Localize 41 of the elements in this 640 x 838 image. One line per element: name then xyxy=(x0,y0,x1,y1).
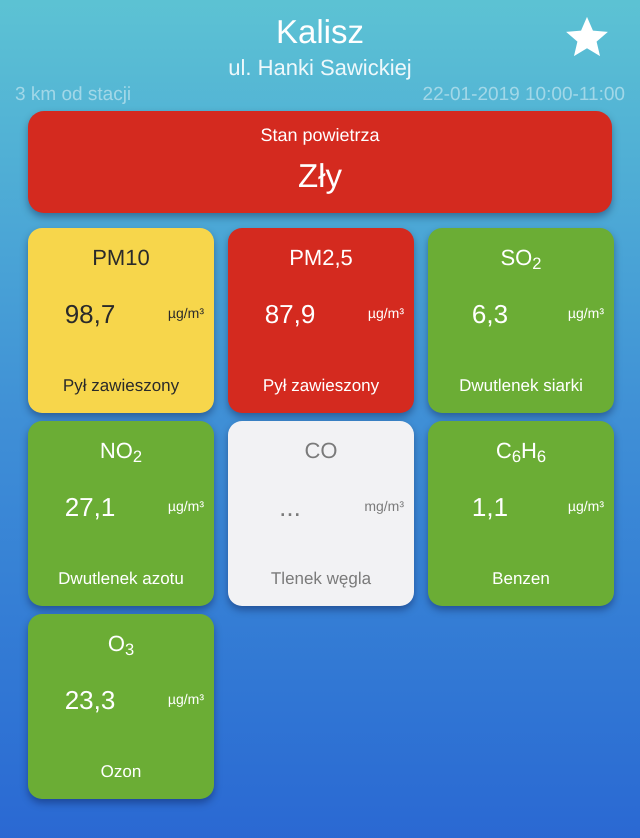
pollutant-description: Dwutlenek azotu xyxy=(58,568,184,590)
pollutant-value: 23,3 xyxy=(64,684,116,716)
pollutant-description: Benzen xyxy=(492,568,550,590)
pollutant-description: Pył zawieszony xyxy=(62,375,180,397)
measurement-time: 22-01-2019 10:00-11:00 xyxy=(422,83,625,107)
pollutant-tile[interactable]: PM2,5 87,9 µg/m³ Pył zawieszony xyxy=(228,228,414,413)
distance-label: 3 km od stacji xyxy=(15,83,132,107)
pollutant-value: 6,3 xyxy=(470,298,510,330)
city-title: Kalisz xyxy=(276,12,364,52)
pollutant-name: NO$_{2}$ xyxy=(100,437,142,465)
pollutant-value: ... xyxy=(278,491,302,523)
pollutant-tile[interactable]: CO ... mg/m³ Tlenek węgla xyxy=(228,421,414,606)
unit-label: µg/m³ xyxy=(168,497,204,515)
pollutant-value: 27,1 xyxy=(64,491,116,523)
pollutant-name: O$_{3}$ xyxy=(108,630,134,658)
pollutant-description: Ozon xyxy=(100,761,142,783)
station-address: ul. Hanki Sawickiej xyxy=(228,54,412,82)
unit-label: µg/m³ xyxy=(168,304,204,322)
pollutant-name: PM10 xyxy=(92,244,150,272)
pollutant-tile[interactable]: SO$_{2}$ 6,3 µg/m³ Dwutlenek siarki xyxy=(428,228,614,413)
unit-label: µg/m³ xyxy=(568,304,604,322)
pollutant-description: Pył zawieszony xyxy=(262,375,380,397)
pollutant-name: PM2,5 xyxy=(289,244,353,272)
pollutant-name: SO$_{2}$ xyxy=(500,244,542,272)
pollutant-tile[interactable]: C$_{6}$H$_{6}$ 1,1 µg/m³ Benzen xyxy=(428,421,614,606)
pollutant-value: 98,7 xyxy=(64,298,116,330)
pollutant-tile[interactable]: NO$_{2}$ 27,1 µg/m³ Dwutlenek azotu xyxy=(28,421,214,606)
unit-label: µg/m³ xyxy=(368,304,404,322)
pollutant-description: Dwutlenek siarki xyxy=(459,375,583,397)
unit-label: µg/m³ xyxy=(568,497,604,515)
pollutant-tile[interactable]: O$_{3}$ 23,3 µg/m³ Ozon xyxy=(28,614,214,799)
pollutant-name: CO xyxy=(304,437,338,465)
unit-label: mg/m³ xyxy=(364,497,404,515)
pollutant-value: 87,9 xyxy=(264,298,316,330)
pollutant-tile[interactable]: PM10 98,7 µg/m³ Pył zawieszony xyxy=(28,228,214,413)
air-quality-value: Zły xyxy=(298,156,342,196)
air-quality-label: Stan powietrza xyxy=(260,124,380,146)
pollutant-description: Tlenek węgla xyxy=(270,568,372,590)
pollutant-value: 1,1 xyxy=(470,491,510,523)
pollutant-name: C$_{6}$H$_{6}$ xyxy=(496,437,546,465)
unit-label: µg/m³ xyxy=(168,690,204,708)
